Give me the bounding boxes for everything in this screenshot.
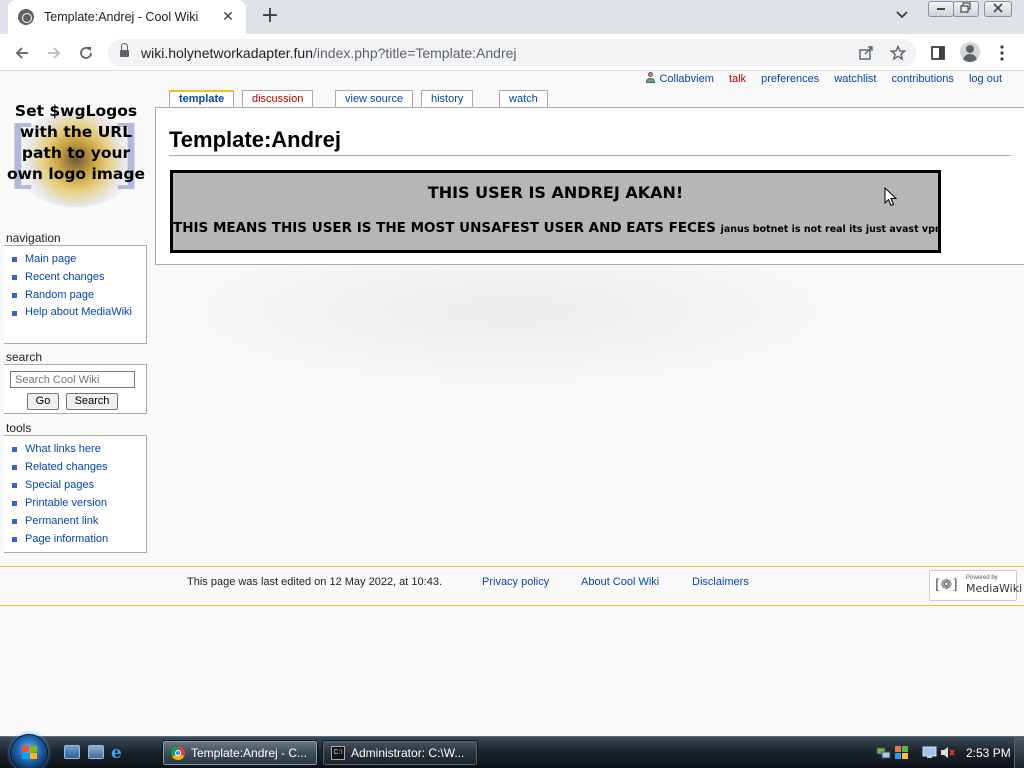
new-tab-button[interactable]: + xyxy=(258,5,282,29)
powered-by-mediawiki-badge[interactable]: [❁] Powered by MediaWiki xyxy=(929,570,1022,601)
search-button[interactable]: Search xyxy=(66,393,118,410)
user-link[interactable]: Collabviem xyxy=(645,72,714,85)
start-button[interactable] xyxy=(10,734,48,768)
taskbar-item-label: Administrator: C:\W... xyxy=(351,746,465,760)
tools-item-permanent-link[interactable]: Permanent link xyxy=(12,512,146,530)
browser-toolbar: wiki.holynetworkadapter.fun/index.php?ti… xyxy=(0,34,1024,71)
tools-item-printable-version[interactable]: Printable version xyxy=(12,494,146,512)
minimize-button[interactable] xyxy=(928,1,954,17)
mediawiki-text: MediaWiki xyxy=(966,582,1023,595)
userbox-headline: THIS USER IS ANDREJ AKAN! xyxy=(427,183,684,202)
taskbar-item-browser[interactable]: Template:Andrej - C... xyxy=(162,740,318,766)
last-edited-text: This page was last edited on 12 May 2022… xyxy=(187,576,442,588)
about-link[interactable]: About Cool Wiki xyxy=(581,576,659,588)
display-tray-icon[interactable] xyxy=(922,745,937,760)
restore-button[interactable] xyxy=(953,1,979,17)
userbox: THIS USER IS ANDREJ AKAN! THIS MEANS THI… xyxy=(170,170,942,253)
tools-item-special-pages[interactable]: Special pages xyxy=(12,476,146,494)
command-prompt-icon: C:\ xyxy=(331,746,345,760)
taskbar-item-cmd[interactable]: C:\ Administrator: C:\W... xyxy=(322,740,478,766)
powered-by-text: Powered by xyxy=(966,575,998,581)
tab-watch[interactable]: watch xyxy=(499,90,548,107)
userbox-small-text: janus botnet is not real its just avast … xyxy=(720,224,942,235)
close-window-button[interactable] xyxy=(984,1,1012,17)
reload-icon[interactable] xyxy=(74,41,98,65)
tools-portlet: What links here Related changes Special … xyxy=(4,435,147,553)
wiki-page: [ ] Set $wgLogos with the URL path to yo… xyxy=(0,71,1024,736)
user-icon xyxy=(645,72,656,83)
contributions-link[interactable]: contributions xyxy=(892,73,954,85)
nav-item-recent-changes[interactable]: Recent changes xyxy=(12,268,146,286)
network-tray-icon[interactable] xyxy=(876,745,891,760)
forward-arrow-icon[interactable] xyxy=(42,41,66,65)
lock-icon[interactable] xyxy=(120,43,129,58)
tools-item-page-information[interactable]: Page information xyxy=(12,530,146,548)
watchlist-link[interactable]: watchlist xyxy=(834,73,876,85)
preferences-link[interactable]: preferences xyxy=(761,73,819,85)
share-icon[interactable] xyxy=(858,43,874,65)
mediawiki-icon: [❁] xyxy=(935,577,958,593)
bookmark-star-icon[interactable] xyxy=(889,43,907,65)
userbox-line: THIS MEANS THIS USER IS THE MOST UNSAFES… xyxy=(173,220,716,236)
show-desktop-button[interactable] xyxy=(1014,737,1024,768)
clock[interactable]: 2:53 PM xyxy=(966,746,1011,760)
go-button[interactable]: Go xyxy=(27,393,59,410)
browser-tab[interactable]: Template:Andrej - Cool Wiki ✕ xyxy=(8,0,246,34)
talk-link[interactable]: talk xyxy=(729,73,746,85)
disclaimers-link[interactable]: Disclaimers xyxy=(692,576,749,588)
tools-heading: tools xyxy=(6,421,32,435)
internet-explorer-icon[interactable]: e xyxy=(111,743,122,763)
tools-item-what-links-here[interactable]: What links here xyxy=(12,440,146,458)
tab-discussion[interactable]: discussion xyxy=(242,90,314,107)
nav-item-main-page[interactable]: Main page xyxy=(12,250,146,268)
show-desktop-icon[interactable] xyxy=(64,745,80,759)
page-title: Template:Andrej xyxy=(169,126,1011,156)
footer: This page was last edited on 12 May 2022… xyxy=(0,566,1024,606)
logout-link[interactable]: log out xyxy=(969,73,1002,85)
side-panel-icon[interactable] xyxy=(926,41,950,65)
tab-view-source[interactable]: view source xyxy=(335,90,414,107)
mouse-cursor-icon xyxy=(884,187,898,207)
chrome-icon xyxy=(171,746,185,760)
userbox-text: THIS MEANS THIS USER IS THE MOST UNSAFES… xyxy=(173,220,942,236)
nav-item-help[interactable]: Help about MediaWiki xyxy=(12,304,146,321)
security-tray-icon[interactable] xyxy=(894,745,909,760)
personal-tools: Collabviem talk preferences watchlist co… xyxy=(645,72,1002,88)
globe-icon xyxy=(18,9,34,25)
privacy-policy-link[interactable]: Privacy policy xyxy=(482,576,549,588)
volume-muted-icon[interactable] xyxy=(940,745,955,760)
browser-tab-strip: Template:Andrej - Cool Wiki ✕ + xyxy=(0,0,1024,34)
address-bar[interactable]: wiki.holynetworkadapter.fun/index.php?ti… xyxy=(108,39,916,67)
back-arrow-icon[interactable] xyxy=(10,41,34,65)
tab-title: Template:Andrej - Cool Wiki xyxy=(44,10,199,24)
nav-item-random-page[interactable]: Random page xyxy=(12,286,146,304)
windows-flag-icon xyxy=(22,746,38,760)
taskbar: e Template:Andrej - C... C:\ Administrat… xyxy=(0,734,1024,768)
switch-windows-icon[interactable] xyxy=(88,745,104,759)
search-input[interactable] xyxy=(10,371,135,388)
navigation-heading: navigation xyxy=(6,231,61,245)
wiki-logo[interactable]: [ ] Set $wgLogos with the URL path to yo… xyxy=(6,99,146,234)
url-text: wiki.holynetworkadapter.fun/index.php?ti… xyxy=(141,45,517,61)
menu-kebab-icon[interactable] xyxy=(990,41,1014,65)
tab-close-icon[interactable]: ✕ xyxy=(220,9,236,25)
content-area: Template:Andrej THIS USER IS ANDREJ AKAN… xyxy=(155,107,1024,265)
profile-avatar[interactable] xyxy=(960,42,980,62)
taskbar-item-label: Template:Andrej - C... xyxy=(191,746,308,760)
search-portlet: Go Search xyxy=(4,364,147,414)
tab-template[interactable]: template xyxy=(169,90,235,107)
tools-item-related-changes[interactable]: Related changes xyxy=(12,458,146,476)
tab-history[interactable]: history xyxy=(421,90,474,107)
logo-text: Set $wgLogos with the URL path to your o… xyxy=(6,102,146,183)
tab-search-chevron-icon[interactable] xyxy=(896,8,908,22)
search-heading: search xyxy=(6,350,43,364)
navigation-portlet: Main page Recent changes Random page Hel… xyxy=(4,245,147,344)
